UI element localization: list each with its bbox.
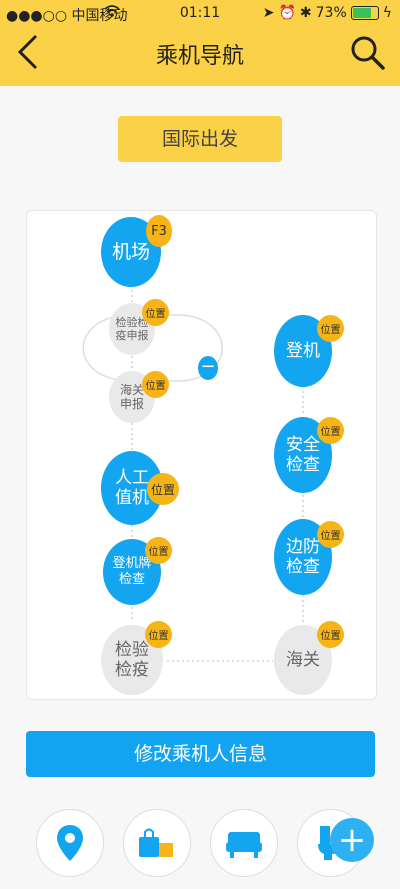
alarm-icon: ⏰ xyxy=(278,5,296,21)
edit-passenger-info-button[interactable]: 修改乘机人信息 xyxy=(26,731,375,777)
location-badge[interactable]: 位置 xyxy=(317,621,344,648)
location-pin-icon xyxy=(57,825,83,861)
location-badge[interactable]: 位置 xyxy=(317,417,344,444)
status-right: ➤ ⏰ ✱ 73% ϟ xyxy=(263,5,392,21)
shopping-button[interactable] xyxy=(123,809,191,877)
status-bar: ●●●○○ 中国移动 01:11 ➤ ⏰ ✱ 73% ϟ xyxy=(0,0,400,26)
location-badge[interactable]: 位置 xyxy=(145,537,172,564)
international-departure-button[interactable]: 国际出发 xyxy=(118,116,282,162)
location-badge[interactable]: 位置 xyxy=(145,621,172,648)
search-icon xyxy=(351,36,385,70)
shop-bag-icon xyxy=(139,828,173,857)
battery-percent: 73% xyxy=(315,5,347,21)
charging-icon: ϟ xyxy=(382,5,392,21)
location-badge[interactable]: 位置 xyxy=(147,473,179,505)
search-button[interactable] xyxy=(348,33,388,73)
bluetooth-icon: ✱ xyxy=(299,5,312,21)
terminal-badge: F3 xyxy=(146,215,172,247)
collapse-toggle-button[interactable]: − xyxy=(198,356,218,380)
page-title: 乘机导航 xyxy=(155,44,244,69)
location-badge[interactable]: 位置 xyxy=(317,521,344,548)
location-badge[interactable]: 位置 xyxy=(142,299,169,326)
lounge-sofa-icon xyxy=(226,832,262,858)
navigation-flow-card: 机场 F3 检验检 疫申报 位置 海关 申报 位置 − 人工 值机 位置 登机牌… xyxy=(26,210,377,700)
add-fab-button[interactable]: + xyxy=(330,818,374,862)
lounge-button[interactable] xyxy=(210,809,278,877)
location-arrow-icon: ➤ xyxy=(262,5,275,21)
battery-icon xyxy=(350,6,379,20)
location-button[interactable] xyxy=(36,809,104,877)
location-badge[interactable]: 位置 xyxy=(142,371,169,398)
location-badge[interactable]: 位置 xyxy=(317,315,344,342)
